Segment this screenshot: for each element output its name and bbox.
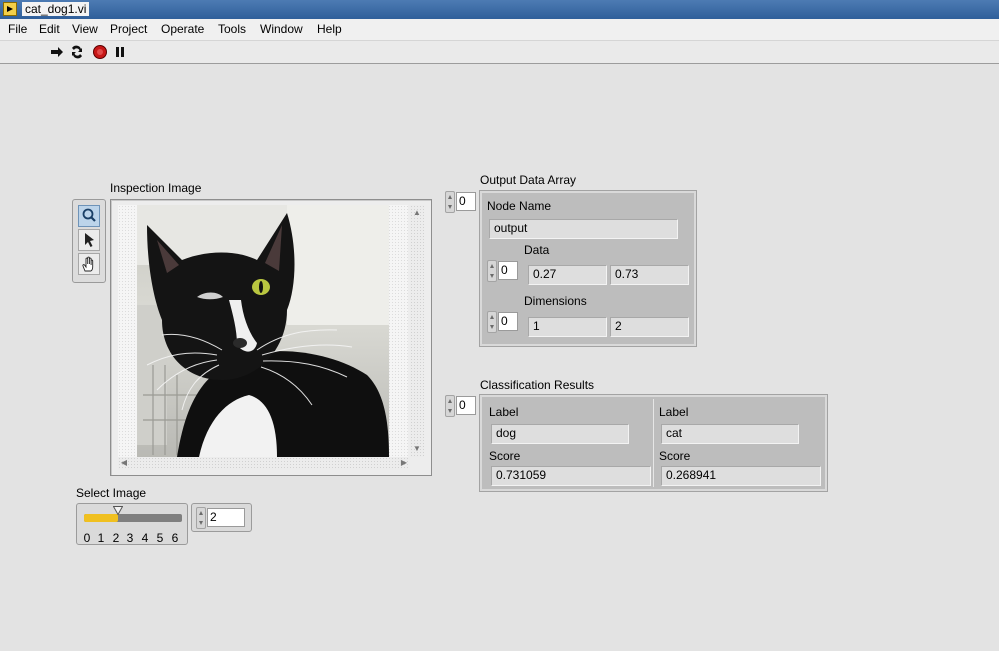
node-name-caption: Node Name [487,199,552,213]
run-continuously-icon[interactable] [69,44,85,60]
data-array-index[interactable]: 0 [487,260,519,282]
slider-tick: 1 [97,531,105,545]
classification-index-value[interactable]: 0 [456,396,476,415]
classification-array: Label dog Score 0.731059 Label cat Score… [479,394,828,492]
scroll-left-arrow-icon[interactable]: ◀ [118,457,130,469]
slider-tick: 6 [171,531,179,545]
run-arrow-icon[interactable] [49,44,65,60]
select-image-numeric-control[interactable]: 2 [196,507,250,529]
select-image-value[interactable]: 2 [207,508,245,527]
slider-track[interactable] [84,506,182,522]
zoom-tool-button[interactable] [78,205,100,227]
score-field[interactable]: 0.731059 [491,466,651,486]
select-image-numeric: 2 [191,503,252,532]
data-caption: Data [524,243,550,257]
slider-tick: 0 [83,531,91,545]
inspection-photo [137,205,389,457]
index-spinner-icon[interactable] [445,395,455,417]
score-caption: Score [659,449,691,463]
slider-thumb[interactable] [113,506,123,515]
output-array-index[interactable]: 0 [445,191,477,213]
select-image-slider[interactable]: 0 1 2 3 4 5 6 [76,503,188,545]
score-caption: Score [489,449,521,463]
pointer-icon [85,233,94,247]
window-title-text: cat_dog1.vi [22,2,90,16]
slider-tick: 5 [156,531,164,545]
index-spinner-icon[interactable] [487,260,497,282]
pointer-tool-button[interactable] [78,229,100,251]
dimensions-caption: Dimensions [524,294,587,308]
zoom-icon [82,208,96,222]
classification-results-label: Classification Results [480,378,595,392]
scroll-up-arrow-icon[interactable]: ▲ [411,207,423,219]
scroll-right-arrow-icon[interactable]: ▶ [398,457,410,469]
classification-element-1: Label dog Score 0.731059 [484,399,654,487]
output-data-cluster: Node Name output Data 0 0.27 0.73 Dimens… [479,190,697,347]
pause-icon[interactable] [112,44,128,60]
select-image-label: Select Image [76,486,147,500]
menu-tools[interactable]: Tools [218,22,246,37]
dimension-value-field[interactable]: 1 [528,317,607,337]
menu-file[interactable]: File [8,22,27,37]
slider-tick: 3 [126,531,134,545]
score-field[interactable]: 0.268941 [661,466,821,486]
menu-window[interactable]: Window [260,22,303,37]
menu-bar: File Edit View Project Operate Tools Win… [0,19,999,41]
label-field[interactable]: dog [491,424,629,444]
menu-project[interactable]: Project [110,22,147,37]
labview-vi-icon [3,2,17,16]
classification-index[interactable]: 0 [445,395,477,417]
dimensions-array-index-value[interactable]: 0 [498,312,518,331]
data-value-field[interactable]: 0.73 [610,265,689,285]
menu-view[interactable]: View [72,22,98,37]
menu-help[interactable]: Help [317,22,342,37]
index-spinner-icon[interactable] [487,311,497,333]
slider-tick: 2 [112,531,120,545]
output-array-index-value[interactable]: 0 [456,192,476,211]
image-tools-palette [72,199,106,283]
dimensions-array-index[interactable]: 0 [487,311,519,333]
menu-edit[interactable]: Edit [39,22,60,37]
output-array-label: Output Data Array [480,173,577,187]
pan-tool-button[interactable] [78,253,100,275]
node-name-field[interactable]: output [489,219,678,239]
data-array-index-value[interactable]: 0 [498,261,518,280]
abort-icon[interactable] [92,44,108,60]
scroll-down-arrow-icon[interactable]: ▼ [411,443,423,455]
toolbar [0,41,999,64]
pan-hand-icon [82,256,94,272]
classification-element-2: Label cat Score 0.268941 [655,399,823,487]
label-field[interactable]: cat [661,424,799,444]
label-caption: Label [659,405,689,419]
label-caption: Label [489,405,519,419]
menu-operate[interactable]: Operate [161,22,204,37]
window-title: cat_dog1.vi [22,1,90,18]
slider-tick: 4 [141,531,149,545]
data-value-field[interactable]: 0.27 [528,265,607,285]
slider-fill [84,514,118,522]
image-horizontal-scrollbar[interactable]: ◀ ▶ [118,457,410,470]
dimension-value-field[interactable]: 2 [610,317,689,337]
index-spinner-icon[interactable] [445,191,455,213]
image-vertical-scrollbar[interactable]: ▲ ▼ [410,205,424,457]
inspection-image-label: Inspection Image [110,181,202,195]
title-bar: cat_dog1.vi [0,0,999,19]
increment-decrement-icon[interactable] [196,507,206,529]
